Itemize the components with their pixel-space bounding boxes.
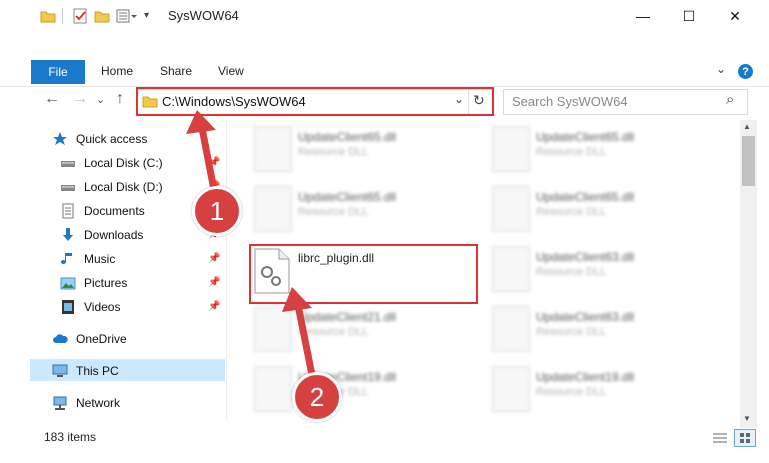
arrow-1-shaft xyxy=(198,127,218,191)
annotation-arrows xyxy=(186,110,316,376)
arrow-2-head xyxy=(282,287,312,312)
arrow-1-head xyxy=(186,110,216,134)
step-1-badge: 1 xyxy=(192,186,242,236)
arrow-2-shaft xyxy=(294,304,316,376)
step-2-badge: 2 xyxy=(292,372,342,422)
